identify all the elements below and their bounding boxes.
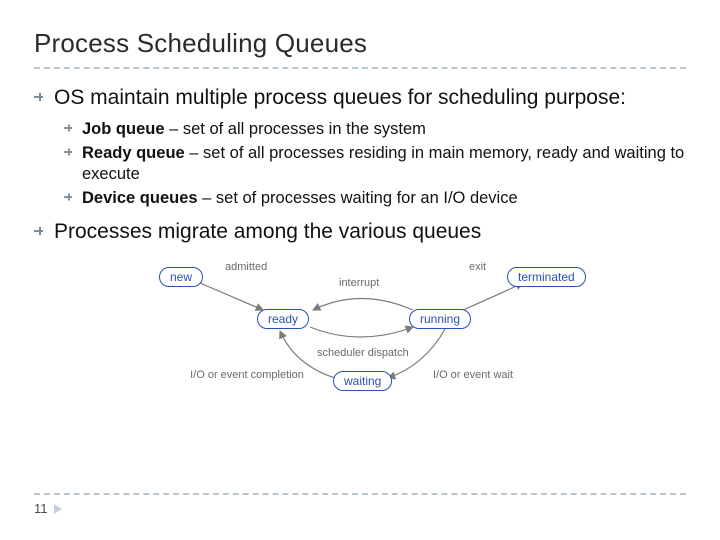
edge-label-io-wait: I/O or event wait	[423, 369, 523, 381]
state-node-running: running	[409, 309, 471, 329]
sub-list: Job queue – set of all processes in the …	[64, 119, 686, 210]
state-node-new: new	[159, 267, 203, 287]
state-node-terminated: terminated	[507, 267, 586, 287]
term-bold: Device queues	[82, 189, 198, 207]
bullet-icon	[34, 225, 54, 237]
bullet-text: Processes migrate among the various queu…	[54, 219, 686, 245]
term-rest: – set of processes waiting for an I/O de…	[198, 189, 518, 207]
footer-inner: 11	[34, 501, 686, 516]
footer: 11	[34, 493, 686, 516]
bullet-text: OS maintain multiple process queues for …	[54, 85, 686, 111]
bullet-icon	[64, 192, 82, 202]
edge-label-io-done: I/O or event completion	[187, 369, 307, 381]
bullet-icon	[64, 123, 82, 133]
sub-text: Ready queue – set of all processes resid…	[82, 143, 686, 184]
sub-item: Job queue – set of all processes in the …	[64, 119, 686, 140]
sub-item: Device queues – set of processes waiting…	[64, 188, 686, 209]
term-rest: – set of all processes in the system	[165, 120, 426, 138]
footer-divider	[34, 493, 686, 495]
page-number: 11	[34, 501, 48, 516]
title-divider	[34, 67, 686, 69]
edge-label-dispatch: scheduler dispatch	[317, 347, 409, 359]
slide: Process Scheduling Queues OS maintain mu…	[0, 0, 720, 540]
state-node-ready: ready	[257, 309, 309, 329]
edge-label-admitted: admitted	[225, 261, 267, 273]
term-bold: Ready queue	[82, 144, 185, 162]
content: OS maintain multiple process queues for …	[34, 85, 686, 245]
bullet-item: Processes migrate among the various queu…	[34, 219, 686, 245]
sub-item: Ready queue – set of all processes resid…	[64, 143, 686, 184]
bullet-item: OS maintain multiple process queues for …	[34, 85, 686, 111]
sub-text: Device queues – set of processes waiting…	[82, 188, 686, 209]
edge-label-exit: exit	[469, 261, 486, 273]
bullet-icon	[64, 147, 82, 157]
play-icon	[54, 504, 62, 514]
state-node-waiting: waiting	[333, 371, 392, 391]
term-bold: Job queue	[82, 120, 165, 138]
bullet-icon	[34, 91, 54, 103]
edge-label-interrupt: interrupt	[339, 277, 379, 289]
sub-text: Job queue – set of all processes in the …	[82, 119, 686, 140]
state-diagram: new ready running terminated waiting adm…	[145, 255, 575, 405]
slide-title: Process Scheduling Queues	[34, 28, 686, 59]
